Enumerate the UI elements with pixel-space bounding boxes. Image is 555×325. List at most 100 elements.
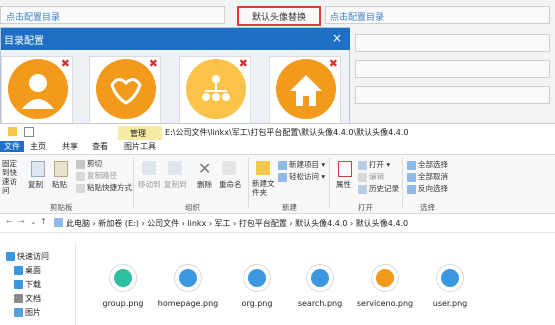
paste-shortcut-button[interactable]: 粘贴快捷方式 — [76, 182, 132, 193]
select-all-label: 全部选择 — [418, 160, 448, 169]
open-button[interactable]: 打开 ▾ — [358, 159, 390, 170]
file-item[interactable]: serviceno.png — [350, 264, 420, 308]
navigation-pane: 快速访问 桌面 下载 文档 图片 — [0, 244, 76, 325]
delete-icon[interactable]: ✖ — [61, 57, 70, 70]
directory-config-dialog: 目录配置 × ✖ ✖ ✖ ✖ — [0, 27, 350, 128]
pictures-icon — [14, 308, 23, 317]
folder-icon — [8, 127, 17, 136]
dialog-title-bar: 目录配置 × — [1, 28, 350, 50]
tab-view[interactable]: 查看 — [92, 141, 108, 152]
config-link-right[interactable]: 点击配置目录 — [330, 10, 384, 23]
dialog-title: 目录配置 — [4, 36, 44, 47]
config-row — [355, 60, 550, 78]
file-item[interactable]: group.png — [88, 264, 158, 308]
back-arrow-icon[interactable]: ← — [6, 217, 13, 226]
group-open-label: 打开 — [358, 203, 373, 212]
org-chart-icon — [243, 264, 271, 292]
new-item-button[interactable]: 新建项目 ▾ — [278, 159, 325, 170]
ribbon-separator — [329, 158, 330, 208]
delete-icon[interactable]: ✖ — [149, 57, 158, 70]
forward-arrow-icon[interactable]: → — [18, 217, 25, 226]
file-item[interactable]: org.png — [222, 264, 292, 308]
tab-manage-label: 管理 — [130, 129, 146, 138]
easy-access-button[interactable]: 轻松访问 ▾ — [278, 171, 325, 182]
nav-item-desktop[interactable]: 桌面 — [14, 265, 41, 276]
avatar-tile[interactable]: ✖ — [89, 56, 161, 128]
home-icon — [276, 59, 336, 119]
close-icon[interactable]: × — [332, 31, 342, 45]
nav-item-documents[interactable]: 文档 — [14, 293, 41, 304]
avatar-tile[interactable]: ✖ — [1, 56, 73, 128]
invert-selection-label: 反向选择 — [418, 184, 448, 193]
delete-icon[interactable]: ✖ — [329, 57, 338, 70]
file-item[interactable]: homepage.png — [153, 264, 223, 308]
user-icon — [436, 264, 464, 292]
file-item[interactable]: user.png — [415, 264, 485, 308]
copy-path-label: 复制路径 — [87, 171, 117, 180]
config-link-left[interactable]: 点击配置目录 — [6, 10, 60, 23]
nav-item-quick-access[interactable]: 快速访问 — [6, 251, 49, 262]
nav-item-downloads[interactable]: 下载 — [14, 279, 41, 290]
address-bar[interactable]: ← → ⌄ ↑ 此电脑 › 新加卷 (E:) › 公司文件 › linkx › … — [0, 214, 555, 233]
service-icon — [371, 264, 399, 292]
file-name: serviceno.png — [356, 299, 414, 308]
avatar-tile[interactable]: ✖ — [179, 56, 251, 128]
breadcrumb[interactable]: 此电脑 › 新加卷 (E:) › 公司文件 › linkx › 军工 › 打包平… — [66, 218, 408, 229]
rename-icon — [222, 161, 236, 175]
nav-label: 文档 — [25, 294, 41, 303]
select-all-icon — [407, 160, 416, 170]
file-item[interactable]: search.png — [285, 264, 355, 308]
edit-icon — [358, 172, 367, 182]
delete-button[interactable]: 删除 — [197, 179, 212, 190]
nav-item-pictures[interactable]: 图片 — [14, 307, 41, 318]
cut-button[interactable]: 剪切 — [76, 158, 102, 169]
group-clipboard-label: 剪贴板 — [50, 203, 73, 212]
ribbon-tabs: 管理 文件 主页 共享 查看 图片工具 — [0, 126, 555, 155]
paste-shortcut-icon — [76, 183, 85, 193]
default-avatar-replace-button[interactable]: 默认头像替换 — [237, 6, 321, 26]
edit-button[interactable]: 编辑 — [358, 171, 384, 182]
history-label: 历史记录 — [369, 184, 399, 193]
avatar-tile[interactable]: ✖ — [269, 56, 341, 128]
star-icon — [6, 252, 15, 261]
tab-file[interactable]: 文件 — [0, 141, 24, 152]
tab-home[interactable]: 主页 — [30, 141, 46, 152]
checkbox-icon[interactable] — [24, 127, 34, 137]
edit-label: 编辑 — [369, 172, 384, 181]
pin-quick-access-button[interactable]: 固定到快速访问 — [2, 159, 22, 195]
nav-label: 下载 — [25, 280, 41, 289]
copy-to-button[interactable]: 复制到 — [164, 179, 187, 190]
computer-icon — [54, 218, 63, 227]
copy-to-icon — [168, 161, 182, 175]
new-folder-button[interactable]: 新建文件夹 — [252, 179, 276, 197]
window-title: E:\公司文件\linkx\军工\打包平台配置\默认头像4.4.0\默认头像4.… — [165, 128, 409, 137]
desktop-icon — [14, 266, 23, 275]
chevron-down-icon[interactable]: ⌄ — [30, 217, 37, 226]
select-none-button[interactable]: 全部取消 — [407, 171, 448, 182]
history-button[interactable]: 历史记录 — [358, 183, 399, 194]
open-label: 打开 ▾ — [369, 160, 391, 169]
file-name: homepage.png — [157, 299, 219, 308]
rename-button[interactable]: 重命名 — [219, 179, 242, 190]
copy-path-icon — [76, 171, 85, 181]
properties-button[interactable]: 属性 — [336, 179, 351, 190]
tab-manage[interactable]: 管理 — [118, 126, 162, 140]
paste-button[interactable]: 粘贴 — [52, 179, 67, 190]
group-new-label: 新建 — [282, 203, 297, 212]
move-to-button[interactable]: 移动到 — [138, 179, 161, 190]
move-to-icon — [142, 161, 156, 175]
copy-button[interactable]: 复制 — [28, 179, 43, 190]
easy-access-icon — [278, 172, 287, 182]
up-arrow-icon[interactable]: ↑ — [40, 217, 47, 226]
delete-icon[interactable]: ✖ — [239, 57, 248, 70]
copy-path-button[interactable]: 复制路径 — [76, 170, 117, 181]
tab-picture-tools[interactable]: 图片工具 — [124, 141, 156, 152]
new-item-icon — [278, 160, 287, 170]
tab-share[interactable]: 共享 — [62, 141, 78, 152]
invert-selection-button[interactable]: 反向选择 — [407, 183, 448, 194]
download-icon — [14, 280, 23, 289]
new-folder-icon — [256, 161, 270, 175]
file-name: group.png — [102, 299, 144, 308]
search-icon — [306, 264, 334, 292]
select-all-button[interactable]: 全部选择 — [407, 159, 448, 170]
